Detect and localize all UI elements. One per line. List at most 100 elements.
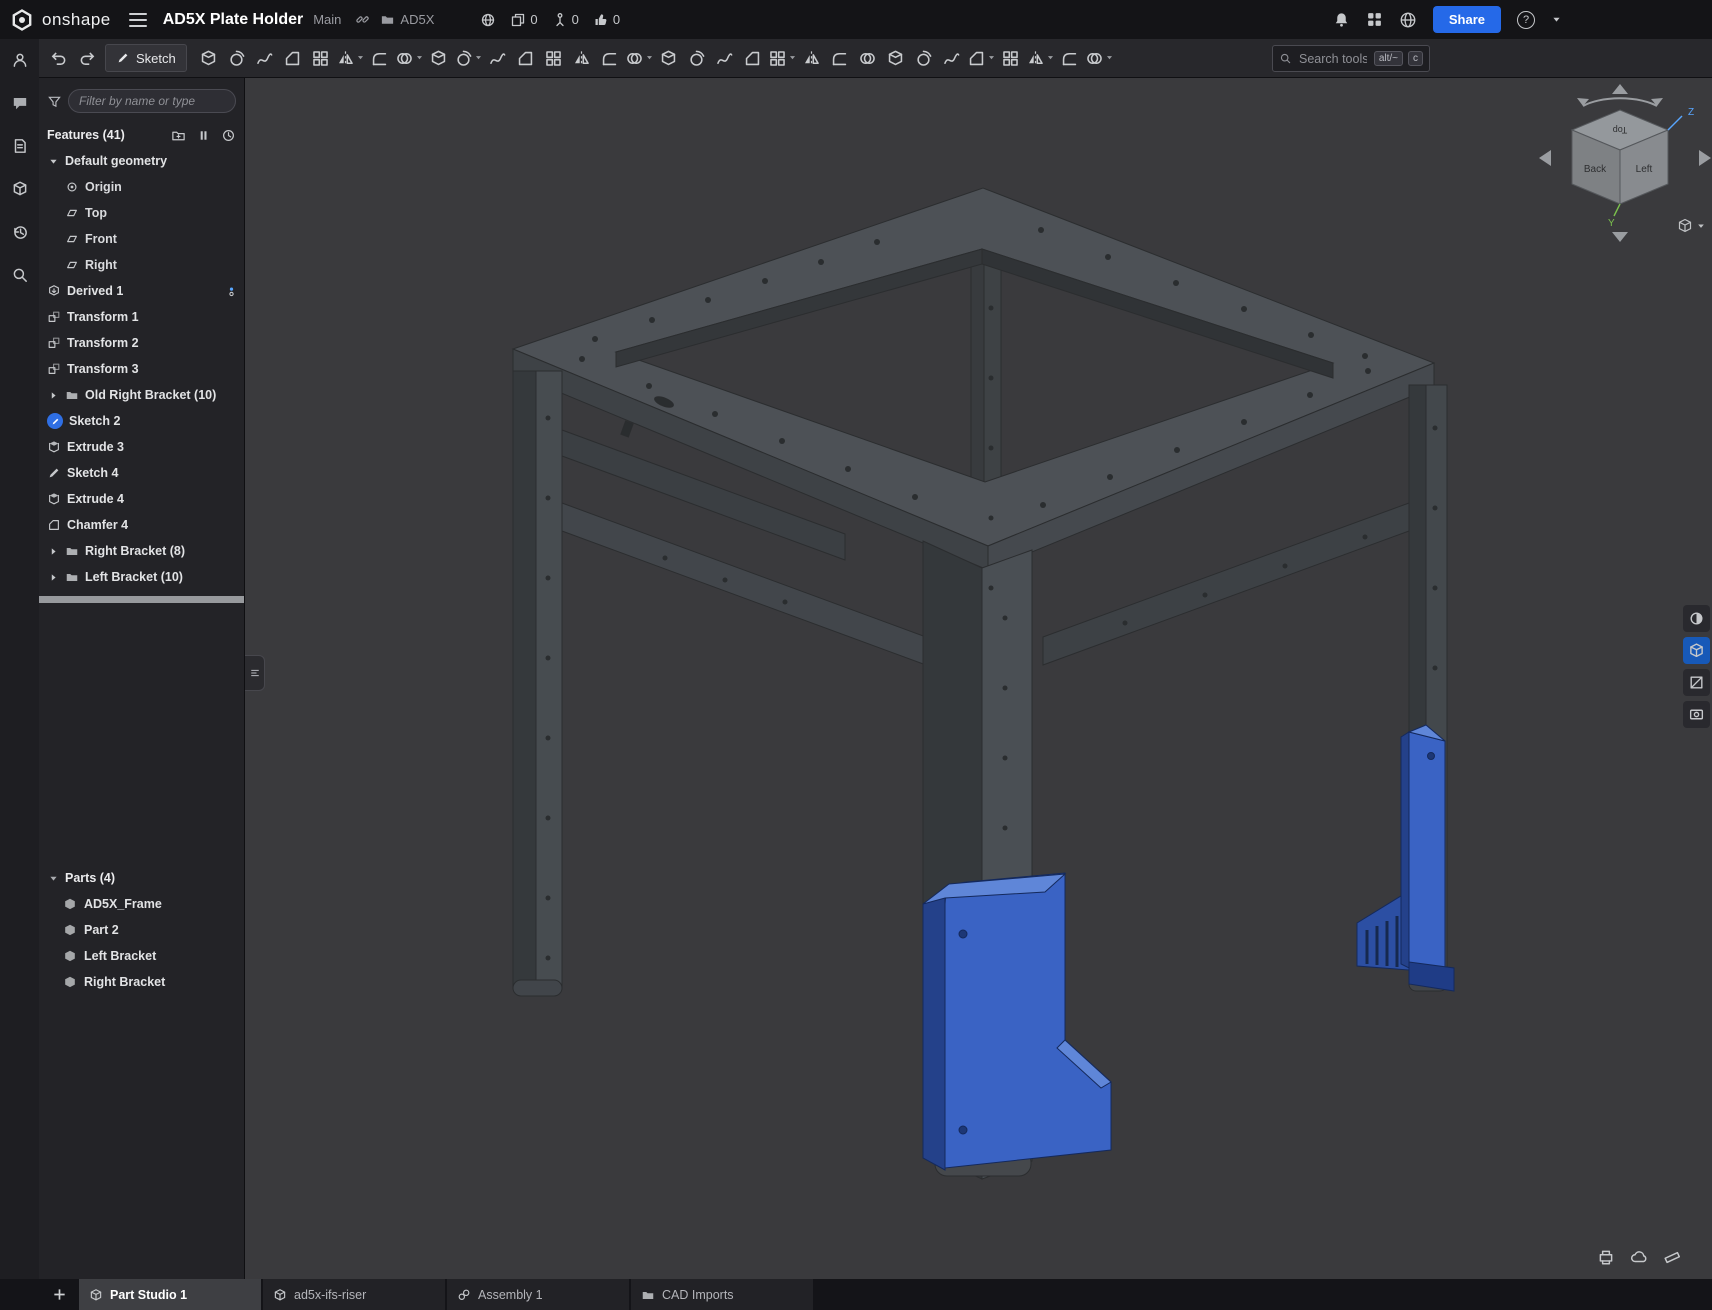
right-bracket-part[interactable]: [1357, 725, 1454, 991]
rollback-history-icon[interactable]: [221, 128, 236, 143]
breadcrumb[interactable]: AD5X: [380, 12, 434, 27]
feature-row-transform-1[interactable]: Transform 1: [39, 304, 244, 330]
insertables-icon[interactable]: [7, 176, 33, 202]
part-row-right-bracket[interactable]: Right Bracket: [39, 969, 244, 995]
chevron-down-icon[interactable]: [47, 156, 59, 167]
search-icon[interactable]: [7, 262, 33, 288]
search-tools-input[interactable]: [1297, 51, 1369, 67]
composite-curve-caret-icon[interactable]: [1046, 49, 1055, 67]
notifications-icon[interactable]: [1333, 11, 1350, 28]
feature-row-extrude-4[interactable]: Extrude 4: [39, 486, 244, 512]
replace-face-icon[interactable]: [799, 43, 825, 73]
link-icon[interactable]: [355, 12, 370, 27]
feature-row-extrude-3[interactable]: Extrude 3: [39, 434, 244, 460]
shell-icon[interactable]: [395, 43, 424, 73]
revolve-icon[interactable]: [224, 43, 250, 73]
parts-header[interactable]: Parts (4): [39, 865, 244, 891]
rib-caret-icon[interactable]: [474, 49, 483, 67]
draft-icon[interactable]: [367, 43, 393, 73]
chevron-right-icon[interactable]: [47, 390, 59, 401]
comments-icon[interactable]: [7, 90, 33, 116]
share-button[interactable]: Share: [1433, 6, 1501, 33]
feature-row-old-right-bracket-10[interactable]: Old Right Bracket (10): [39, 382, 244, 408]
mirror-icon[interactable]: [541, 43, 567, 73]
line-3d-icon[interactable]: [883, 43, 909, 73]
section-view-icon[interactable]: [1683, 669, 1710, 696]
tab-ad5x-ifs-riser[interactable]: ad5x-ifs-riser: [263, 1279, 447, 1310]
transform-icon[interactable]: [625, 43, 654, 73]
composite-curve-icon[interactable]: [1026, 43, 1055, 73]
circular-pattern-icon[interactable]: [513, 43, 539, 73]
feature-row-sketch-4[interactable]: Sketch 4: [39, 460, 244, 486]
part-row-ad5x-frame[interactable]: AD5X_Frame: [39, 891, 244, 917]
offset-surface-icon[interactable]: [656, 43, 682, 73]
stat-globe-icon[interactable]: [480, 12, 496, 28]
spline-3d-icon[interactable]: [939, 43, 965, 73]
feature-row-left-bracket-10[interactable]: Left Bracket (10): [39, 564, 244, 590]
named-views-icon[interactable]: [1683, 701, 1710, 728]
delete-face-icon[interactable]: [740, 43, 766, 73]
rotate-down-arrow-icon[interactable]: [1612, 232, 1628, 242]
ruler-icon[interactable]: [1663, 1248, 1681, 1266]
feature-row-derived-1[interactable]: Derived 1: [39, 278, 244, 304]
extrude-icon[interactable]: [196, 43, 222, 73]
stat-copies-icon[interactable]: 0: [510, 12, 537, 28]
main-menu-icon[interactable]: [129, 13, 147, 27]
linear-pattern-icon[interactable]: [485, 43, 511, 73]
stat-follow-icon[interactable]: 0: [552, 12, 579, 28]
derived-status-icon[interactable]: [225, 285, 238, 298]
viewport-canvas[interactable]: [245, 78, 1712, 1279]
printer-icon[interactable]: [1597, 1248, 1615, 1266]
move-face-caret-icon[interactable]: [788, 49, 797, 67]
shaded-view-icon[interactable]: [1683, 605, 1710, 632]
app-grid-icon[interactable]: [1366, 11, 1383, 28]
onshape-logo-icon[interactable]: [10, 8, 34, 32]
panel-resize-handle[interactable]: [245, 655, 265, 691]
view-cube-icon[interactable]: [1683, 637, 1710, 664]
tab-part-studio-1[interactable]: Part Studio 1: [79, 1279, 263, 1310]
projected-curve-caret-icon[interactable]: [987, 49, 996, 67]
bridging-curve-icon[interactable]: [998, 43, 1024, 73]
branch-label[interactable]: Main: [313, 12, 341, 27]
point-icon[interactable]: [855, 43, 881, 73]
spin-arrows-icon[interactable]: [1583, 98, 1657, 106]
redo-icon[interactable]: [74, 43, 100, 73]
feature-row-top[interactable]: Top: [39, 200, 244, 226]
hole-icon[interactable]: [426, 43, 452, 73]
stat-like-icon[interactable]: 0: [593, 12, 620, 28]
follow-mode-icon[interactable]: [7, 47, 33, 73]
chevron-right-icon[interactable]: [47, 572, 59, 583]
part-row-left-bracket[interactable]: Left Bracket: [39, 943, 244, 969]
feature-row-right[interactable]: Right: [39, 252, 244, 278]
boolean-icon[interactable]: [569, 43, 595, 73]
language-globe-icon[interactable]: [1399, 11, 1417, 29]
sketch-button[interactable]: Sketch: [105, 44, 187, 72]
fillet-icon[interactable]: [308, 43, 334, 73]
feature-row-origin[interactable]: Origin: [39, 174, 244, 200]
feature-row-default-geometry[interactable]: Default geometry: [39, 148, 244, 174]
projected-curve-icon[interactable]: [967, 43, 996, 73]
move-face-icon[interactable]: [768, 43, 797, 73]
graphics-viewport[interactable]: Top Back Left Z Y: [245, 78, 1712, 1279]
document-outline-icon[interactable]: [7, 133, 33, 159]
pause-icon[interactable]: [196, 128, 211, 143]
rotate-left-arrow-icon[interactable]: [1539, 150, 1551, 166]
feature-row-right-bracket-8[interactable]: Right Bracket (8): [39, 538, 244, 564]
history-icon[interactable]: [7, 219, 33, 245]
custom-feature-icon[interactable]: [1085, 43, 1114, 73]
rotate-right-arrow-icon[interactable]: [1699, 150, 1711, 166]
custom-feature-caret-icon[interactable]: [1105, 49, 1114, 67]
fill-surface-icon[interactable]: [712, 43, 738, 73]
rib-icon[interactable]: [454, 43, 483, 73]
helix-icon[interactable]: [911, 43, 937, 73]
tab-cad-imports[interactable]: CAD Imports: [631, 1279, 815, 1310]
part-row-part-2[interactable]: Part 2: [39, 917, 244, 943]
transform-caret-icon[interactable]: [645, 49, 654, 67]
tab-assembly-1[interactable]: Assembly 1: [447, 1279, 631, 1310]
split-icon[interactable]: [597, 43, 623, 73]
rotate-up-arrow-icon[interactable]: [1612, 84, 1628, 94]
chamfer-icon[interactable]: [336, 43, 365, 73]
view-options-button[interactable]: [1677, 218, 1706, 234]
thicken-surface-icon[interactable]: [684, 43, 710, 73]
sweep-icon[interactable]: [252, 43, 278, 73]
